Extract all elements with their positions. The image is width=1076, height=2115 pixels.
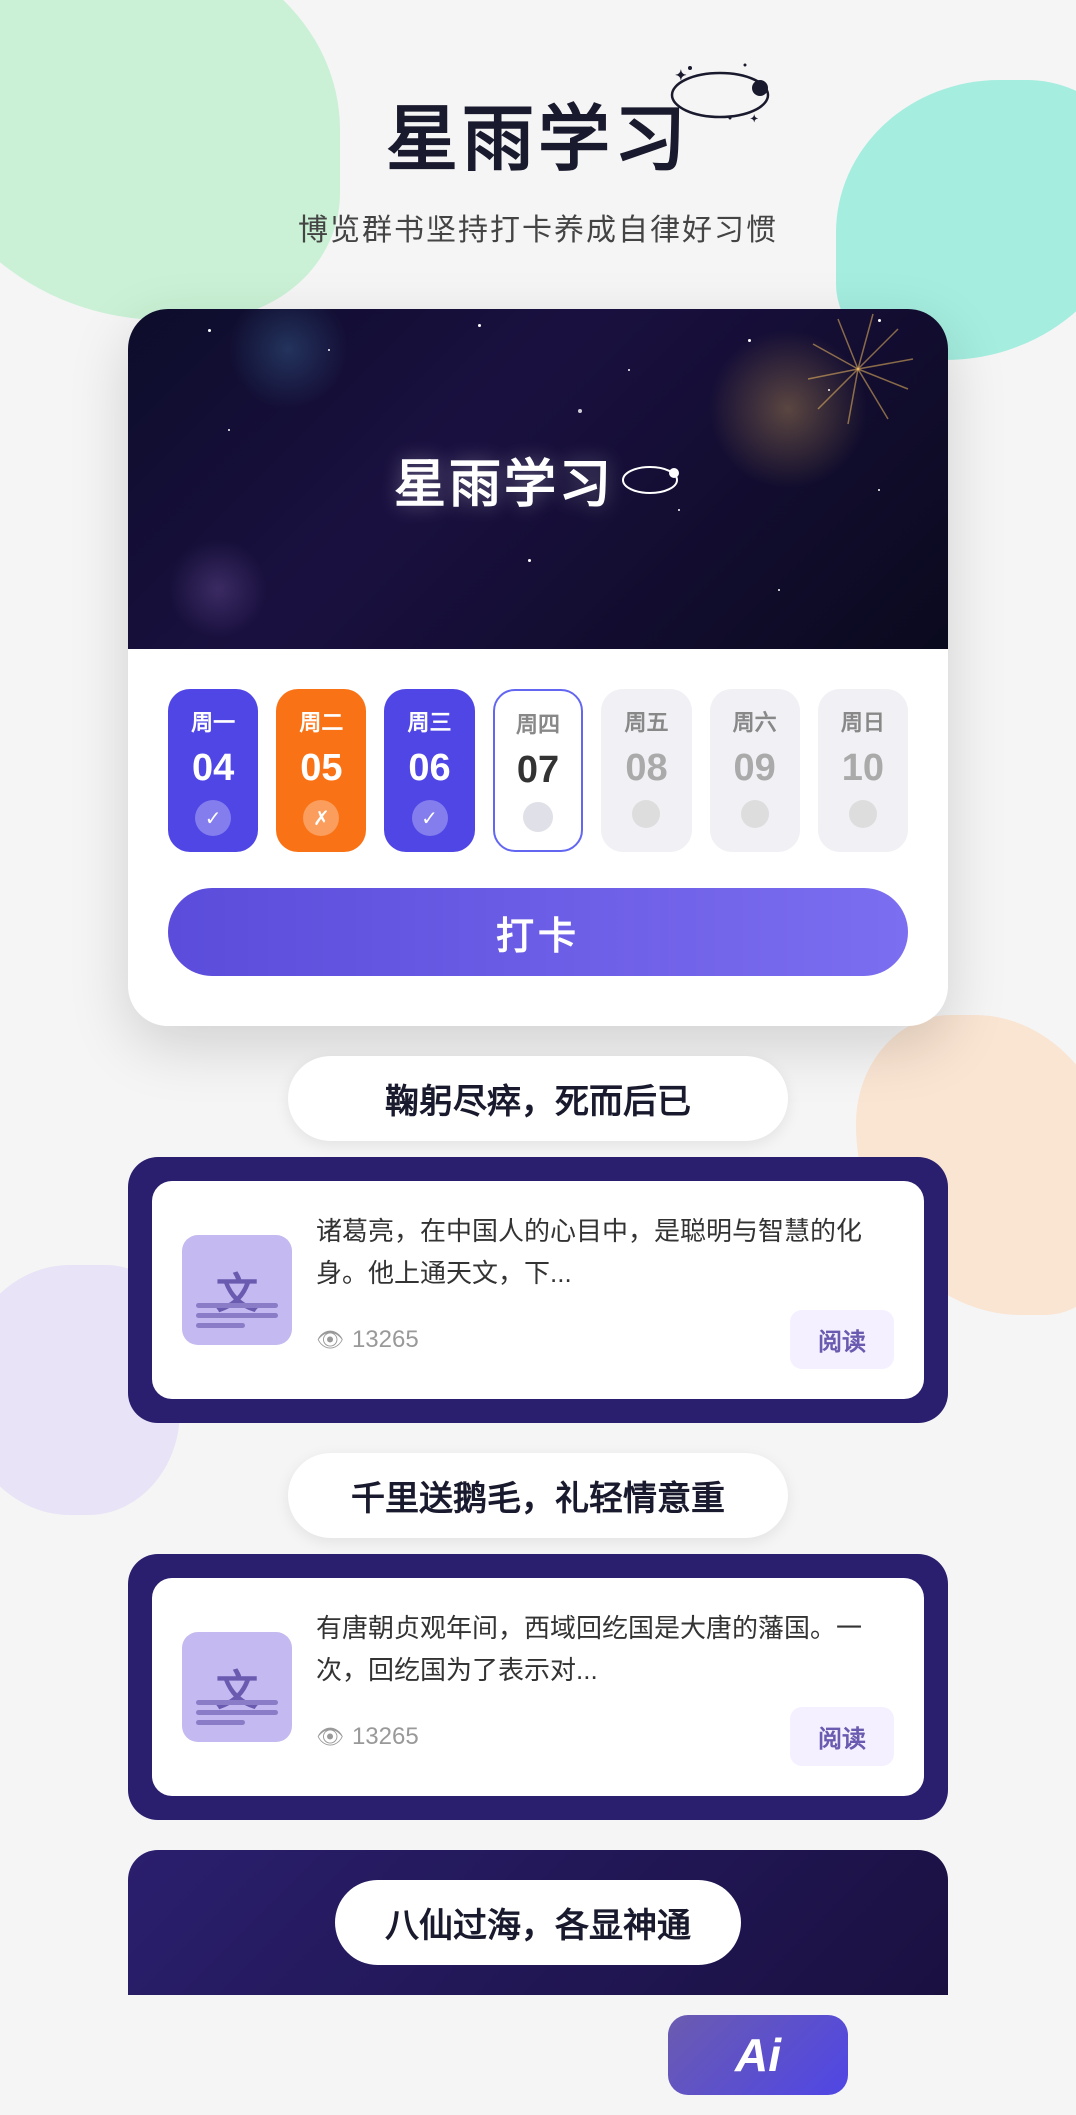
thumb-lines-1 <box>196 1303 278 1333</box>
check-in-button[interactable]: 打卡 <box>168 888 908 976</box>
orbit-icon: ✦ ✦ <box>670 60 770 130</box>
day-sunday: 周日 10 <box>818 689 908 852</box>
day-tuesday[interactable]: 周二 05 ✗ <box>276 689 366 852</box>
article-desc-1: 诸葛亮，在中国人的心目中，是聪明与智慧的化身。他上通天文，下... <box>316 1211 894 1294</box>
day-icon-mon: ✓ <box>195 800 231 836</box>
views-count-2: 13265 <box>352 1723 419 1751</box>
day-label-mon: 周一 <box>191 705 235 737</box>
phone-card: 星雨学习 周一 04 ✓ <box>128 309 948 1026</box>
article-thumb-2: 文 <box>182 1632 292 1742</box>
svg-text:✦: ✦ <box>750 114 762 125</box>
ai-text: Ai <box>735 2028 781 2082</box>
day-number-tue: 05 <box>300 747 342 790</box>
eye-icon-2: 👁 <box>316 1724 344 1750</box>
day-icon-wed: ✓ <box>412 800 448 836</box>
day-saturday: 周六 09 <box>710 689 800 852</box>
article-meta-1: 👁 13265 阅读 <box>316 1310 894 1369</box>
article-block-3: 八仙过海，各显神通 <box>128 1850 948 1995</box>
article-title-1: 鞠躬尽瘁，死而后已 <box>288 1056 788 1141</box>
article-meta-2: 👁 13265 阅读 <box>316 1707 894 1766</box>
day-label-wed: 周三 <box>408 705 452 737</box>
day-label-sun: 周日 <box>841 705 885 737</box>
article-thumb-1: 文 <box>182 1235 292 1345</box>
ai-section-wrapper: Ai <box>128 1995 948 2115</box>
day-number-mon: 04 <box>192 747 234 790</box>
tracker-card: 周一 04 ✓ 周二 05 ✗ 周三 06 ✓ <box>128 649 948 1026</box>
day-label-tue: 周二 <box>299 705 343 737</box>
day-number-sat: 09 <box>734 747 776 790</box>
article-block-2: 千里送鹅毛，礼轻情意重 文 有唐朝贞观年间，西域回纥国是大唐的藩国。一次，回纥国… <box>128 1453 948 1820</box>
article-card-outer-1: 文 诸葛亮，在中国人的心目中，是聪明与智慧的化身。他上通天文，下... 👁 <box>128 1157 948 1423</box>
day-number-wed: 06 <box>408 747 450 790</box>
day-label-sat: 周六 <box>733 705 777 737</box>
article-info-2: 有唐朝贞观年间，西域回纥国是大唐的藩国。一次，回纥国为了表示对... 👁 132… <box>316 1608 894 1766</box>
read-button-1[interactable]: 阅读 <box>790 1310 894 1369</box>
day-icon-thu <box>523 802 553 832</box>
article-views-2: 👁 13265 <box>316 1723 419 1751</box>
firework-rays <box>668 309 948 509</box>
day-number-thu: 07 <box>517 749 559 792</box>
app-title-container: 星雨学习 ✦ ✦ <box>386 80 690 185</box>
phone-screen: 星雨学习 <box>128 309 948 649</box>
phone-card-wrapper: 星雨学习 周一 04 ✓ <box>128 309 948 1026</box>
app-title: 星雨学习 <box>386 80 690 185</box>
screen-title-text: 星雨学习 <box>394 442 614 517</box>
svg-text:✦: ✦ <box>675 67 691 83</box>
article-card-outer-2: 文 有唐朝贞观年间，西域回纥国是大唐的藩国。一次，回纥国为了表示对... 👁 <box>128 1554 948 1820</box>
app-subtitle: 博览群书坚持打卡养成自律好习惯 <box>298 205 778 249</box>
thumb-lines-2 <box>196 1700 278 1730</box>
articles-section: 鞠躬尽瘁，死而后已 文 诸葛亮，在中国人的心目中，是聪明与智慧的化身。他上通天文… <box>128 1056 948 1995</box>
ai-badge[interactable]: Ai <box>668 2015 848 2095</box>
eye-icon-1: 👁 <box>316 1327 344 1353</box>
day-label-thu: 周四 <box>516 707 560 739</box>
day-icon-fri <box>632 800 660 828</box>
read-button-2[interactable]: 阅读 <box>790 1707 894 1766</box>
screen-title: 星雨学习 <box>394 442 682 517</box>
day-icon-sun <box>849 800 877 828</box>
days-row: 周一 04 ✓ 周二 05 ✗ 周三 06 ✓ <box>168 689 908 852</box>
article-block-1: 鞠躬尽瘁，死而后已 文 诸葛亮，在中国人的心目中，是聪明与智慧的化身。他上通天文… <box>128 1056 948 1423</box>
day-number-fri: 08 <box>625 747 667 790</box>
firework-3 <box>168 539 268 639</box>
article-title-3: 八仙过海，各显神通 <box>335 1880 741 1965</box>
article-title-2: 千里送鹅毛，礼轻情意重 <box>288 1453 788 1538</box>
day-monday[interactable]: 周一 04 ✓ <box>168 689 258 852</box>
article-card-inner-1: 文 诸葛亮，在中国人的心目中，是聪明与智慧的化身。他上通天文，下... 👁 <box>152 1181 924 1399</box>
article-desc-2: 有唐朝贞观年间，西域回纥国是大唐的藩国。一次，回纥国为了表示对... <box>316 1608 894 1691</box>
article-info-1: 诸葛亮，在中国人的心目中，是聪明与智慧的化身。他上通天文，下... 👁 1326… <box>316 1211 894 1369</box>
article-views-1: 👁 13265 <box>316 1326 419 1354</box>
day-thursday[interactable]: 周四 07 <box>493 689 584 852</box>
day-label-fri: 周五 <box>624 705 668 737</box>
day-icon-sat <box>741 800 769 828</box>
views-count-1: 13265 <box>352 1326 419 1354</box>
day-icon-tue: ✗ <box>303 800 339 836</box>
day-number-sun: 10 <box>842 747 884 790</box>
day-friday: 周五 08 <box>601 689 691 852</box>
day-wednesday[interactable]: 周三 06 ✓ <box>384 689 474 852</box>
header-section: 星雨学习 ✦ ✦ 博览群书坚持打卡养成自律好习惯 <box>0 0 1076 289</box>
article-card-inner-2: 文 有唐朝贞观年间，西域回纥国是大唐的藩国。一次，回纥国为了表示对... 👁 <box>152 1578 924 1796</box>
screen-orbit-icon <box>622 456 682 502</box>
